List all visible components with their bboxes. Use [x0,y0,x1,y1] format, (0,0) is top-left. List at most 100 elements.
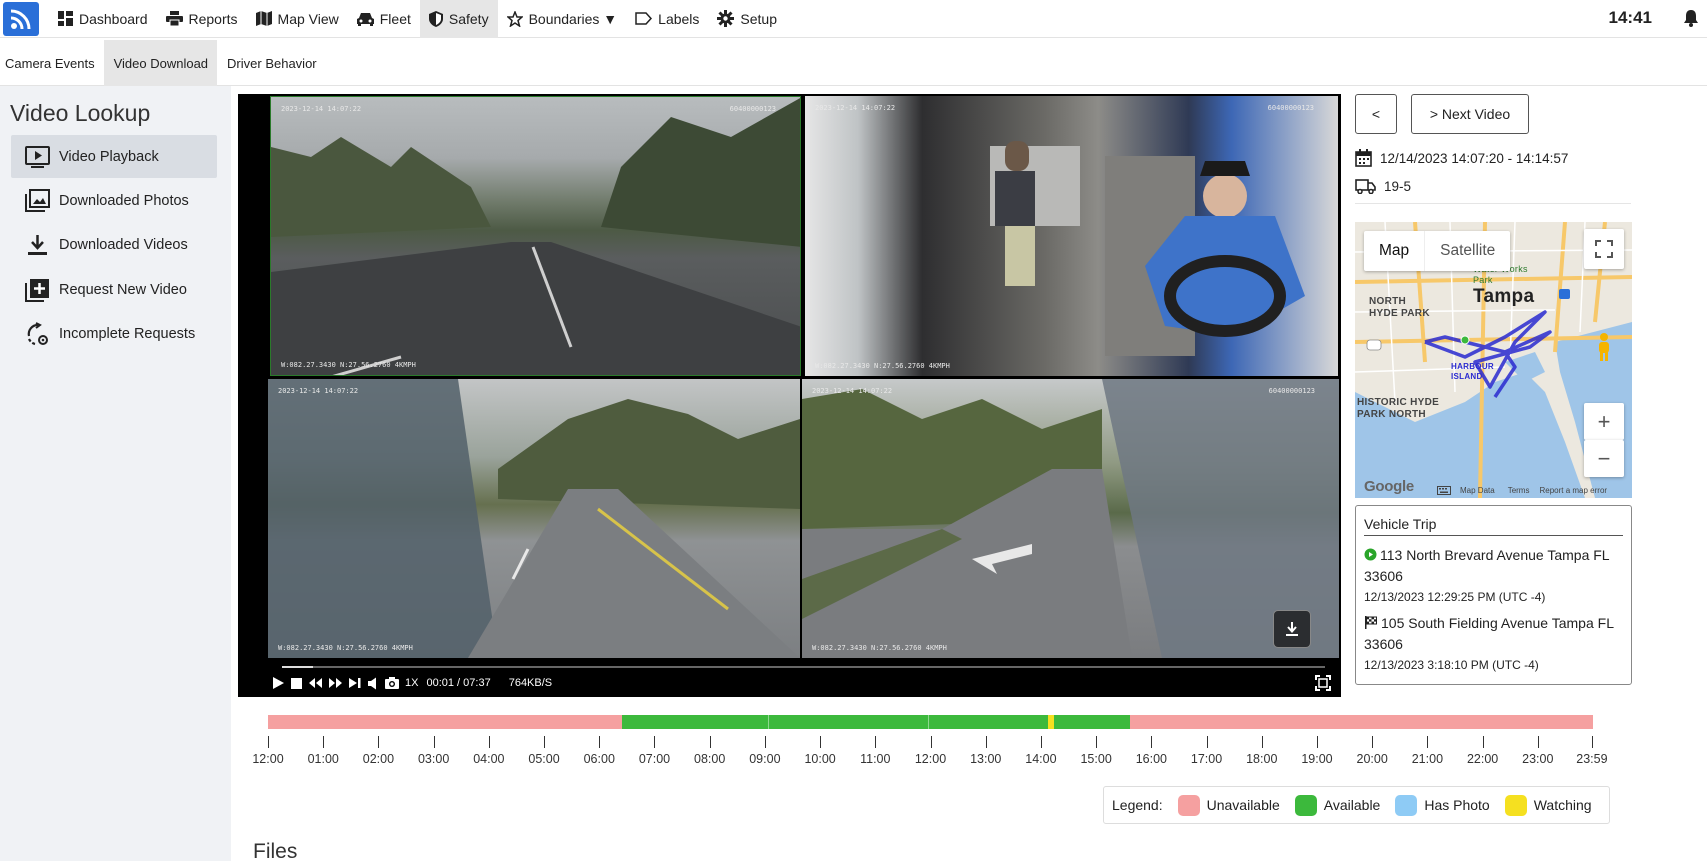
map-pegman-button[interactable] [1584,327,1624,367]
camera-timestamp: 2023-12-14 14:07:22 [281,105,362,113]
tab-driver-behavior[interactable]: Driver Behavior [217,40,326,86]
map-type-toggle: Map Satellite [1364,231,1511,271]
nav-boundaries[interactable]: Boundaries ▼ [498,0,627,38]
timeline-segment-available[interactable] [1054,715,1131,729]
calendar-icon [1355,149,1372,167]
nav-setup[interactable]: Setup [708,0,786,38]
camera-gps: W:082.27.3430 N:27.56.2760 4KMPH [281,361,416,369]
dashboard-icon [58,11,73,26]
camera-snapshot-icon[interactable] [384,676,400,690]
map-zoom-in-button[interactable]: + [1584,403,1624,440]
timeline-separator [767,715,769,729]
timeline-tick [1096,736,1098,748]
sidebar: Video Lookup Video Playback Downloaded P… [0,86,231,861]
printer-icon [165,11,183,26]
timeline-tick-label: 14:00 [1025,752,1057,766]
timeline-tick-label: 07:00 [638,752,671,766]
map-data-link[interactable]: Map Data [1460,486,1495,495]
timeline-legend: Legend: Unavailable Available Has Photo … [1103,786,1610,824]
sidebar-item-video-playback[interactable]: Video Playback [11,135,217,178]
download-icon [1286,622,1298,636]
trip-start-address: 113 North Brevard Avenue Tampa FL 33606 [1364,547,1610,584]
tab-video-download[interactable]: Video Download [103,40,218,86]
legend-swatch-unavailable [1177,794,1200,816]
nav-reports[interactable]: Reports [157,0,247,38]
camera-gps: W:082.27.3430 N:27.56.2760 4KMPH [278,644,413,652]
timeline-segment-unavailable[interactable] [268,715,623,729]
app-logo[interactable] [3,1,39,36]
trip-end-address-row: 105 South Fielding Avenue Tampa FL 33606 [1364,613,1623,655]
vehicle-row: 19-5 [1355,179,1411,194]
camera-view-front[interactable]: 2023-12-14 14:07:22 60400000123 W:082.27… [270,96,801,376]
bell-icon[interactable] [1683,9,1699,27]
sidebar-item-downloaded-videos[interactable]: Downloaded Videos [11,224,217,267]
video-progress-bar[interactable] [282,666,1325,668]
divider [1355,203,1631,204]
download-video-button[interactable] [1273,610,1311,648]
cabin-scene [990,141,1305,356]
sidebar-item-request-new-video[interactable]: Request New Video [11,268,217,311]
rewind-icon[interactable] [308,677,323,689]
sidebar-item-downloaded-photos[interactable]: Downloaded Photos [11,179,217,222]
incomplete-icon [27,322,48,346]
legend-swatch-has-photo [1395,794,1418,816]
playback-speed[interactable]: 1X [405,677,418,689]
next-frame-icon[interactable] [348,677,362,689]
fast-forward-icon[interactable] [328,677,343,689]
map-tab-satellite[interactable]: Satellite [1424,231,1510,271]
timeline-tick [1206,736,1208,748]
timeline-tick [654,736,656,748]
map-report-link[interactable]: Report a map error [1539,486,1607,495]
stop-icon[interactable] [290,677,303,690]
timeline-ticks [268,736,1593,750]
shield-icon [428,10,443,27]
camera-timestamp: 2023-12-14 14:07:22 [812,387,893,395]
timeline-tick [1040,736,1042,748]
nav-safety[interactable]: Safety [419,0,498,38]
nav-fleet-label: Fleet [379,10,411,27]
nav-dashboard[interactable]: Dashboard [49,0,157,38]
timeline-tick-label: 12:00 [914,752,947,766]
sidebar-item-incomplete-requests[interactable]: Incomplete Requests [11,313,217,356]
timeline-tick-label: 12:00 [252,752,284,766]
map-tab-map[interactable]: Map [1364,231,1424,271]
timeline-tick [820,736,822,748]
date-range-row: 12/14/2023 14:07:20 - 14:14:57 [1355,149,1568,167]
timeline-tick [1372,736,1374,748]
timeline-tick [1427,736,1429,748]
download-icon [28,235,47,256]
vehicle-trip-card: Vehicle Trip 113 North Brevard Avenue Ta… [1355,505,1632,685]
timeline-tick [930,736,932,748]
availability-timeline[interactable] [268,715,1593,729]
map-fullscreen-button[interactable] [1584,229,1624,269]
map-terms-link[interactable]: Terms [1508,486,1530,495]
volume-icon[interactable] [367,677,379,690]
keyboard-icon[interactable] [1437,485,1451,495]
tab-camera-events[interactable]: Camera Events [0,40,104,86]
nav-map-view[interactable]: Map View [247,0,348,38]
fullscreen-icon[interactable] [1315,675,1331,691]
timeline-segment-watching[interactable] [1047,715,1055,729]
timeline-tick [599,736,601,748]
camera-view-cabin[interactable]: 2023-12-14 14:07:22 60400000123 W:082.27… [805,96,1338,376]
video-player[interactable]: 2023-12-14 14:07:22 60400000123 W:082.27… [238,94,1341,697]
timeline-tick-label: 13:00 [970,752,1002,766]
nav-labels[interactable]: Labels [626,0,708,38]
timeline-segment-available[interactable] [622,715,1048,729]
timeline-segment-unavailable[interactable] [1130,715,1593,729]
trip-map[interactable]: Tampa NORTH HYDE PARK HISTORIC HYDE PARK… [1355,222,1632,498]
trip-start-address-row: 113 North Brevard Avenue Tampa FL 33606 [1364,545,1623,587]
timeline-tick [875,736,877,748]
map-zoom-out-button[interactable]: − [1584,440,1624,477]
previous-video-button[interactable]: < [1355,94,1397,134]
play-icon[interactable] [272,676,285,690]
timeline-tick [1482,736,1484,748]
map-label-north-hyde-park: NORTH HYDE PARK [1369,296,1430,319]
camera-view-left[interactable]: 2023-12-14 14:07:22 W:082.27.3430 N:27.5… [268,379,800,658]
timeline-separator [927,715,929,729]
video-progress-played [282,666,314,668]
finish-flag-icon [1365,616,1377,629]
camera-view-right[interactable]: 2023-12-14 14:07:22 60400000123 W:082.27… [802,379,1339,658]
next-video-button[interactable]: > Next Video [1411,94,1529,134]
nav-fleet[interactable]: Fleet [348,0,420,38]
